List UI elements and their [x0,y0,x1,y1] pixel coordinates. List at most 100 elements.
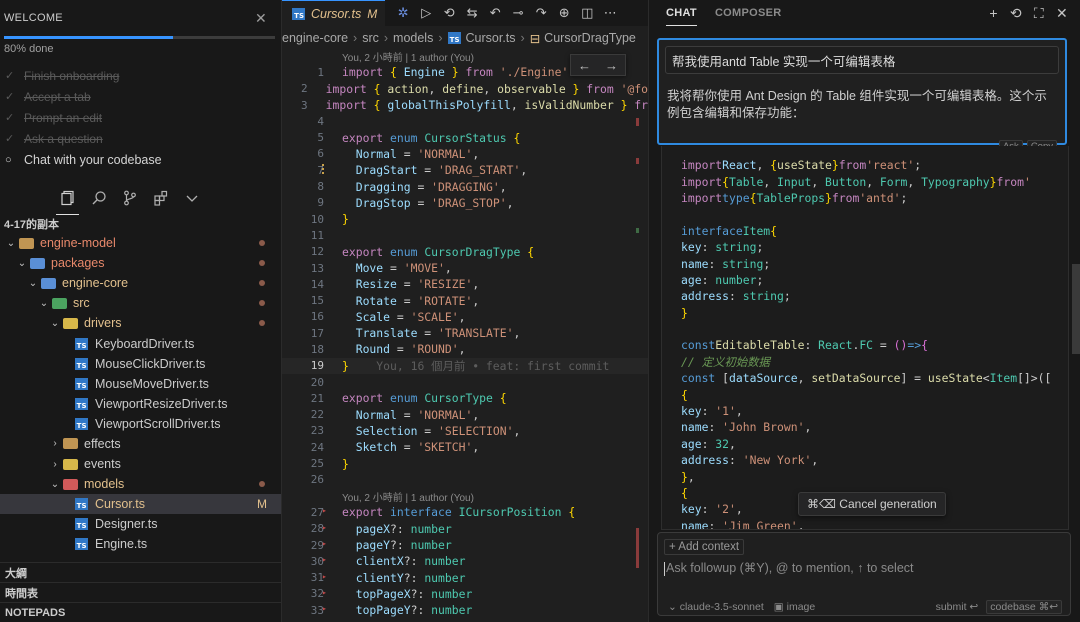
code-line[interactable]: 3 import { globalThisPolyfill, isValidNum… [282,97,648,113]
code-line[interactable]: 14 Resize = 'RESIZE', [282,276,648,292]
code-line[interactable]: 20 [282,374,648,390]
cursor-settings-icon[interactable]: ✲ [395,5,411,21]
scrollbar[interactable] [1072,264,1080,354]
arrow-left-icon[interactable]: ← [578,58,591,73]
tree-folder[interactable]: ⌄ engine-model [0,233,281,253]
code-line[interactable]: 13 Move = 'MOVE', [282,260,648,276]
tab-cursor-ts[interactable]: TS Cursor.ts M [282,0,386,26]
tree-file[interactable]: TS Cursor.ts M [0,494,281,515]
breadcrumb-item[interactable]: Cursor.ts [466,31,516,45]
code-line[interactable]: 2 import { action, define, observable } f… [282,81,648,97]
code-line[interactable]: 15 Rotate = 'ROTATE', [282,292,648,308]
tree-folder[interactable]: ⌄ models [0,474,281,494]
split-editor-icon[interactable]: ◫ [579,5,595,21]
git-blame-lens[interactable]: You, 2 小時前 | 1 author (You) [282,488,648,504]
followup-input[interactable]: Ask followup (⌘Y), @ to mention, ↑ to se… [664,560,914,576]
next-change-icon[interactable]: ↷ [533,5,549,21]
breadcrumb-item[interactable]: models [393,31,433,45]
code-line[interactable]: 25} [282,455,648,471]
tree-file[interactable]: TS KeyboardDriver.ts [0,333,281,353]
codebase-button[interactable]: codebase ⌘↩ [986,600,1062,614]
tree-file[interactable]: TS Engine.ts [0,534,281,554]
code-line[interactable]: 32 topPageX?: number ▸ [282,586,648,602]
code-line[interactable]: 9 DragStop = 'DRAG_STOP', [282,195,648,211]
history-icon[interactable]: ⟲ [1010,5,1022,22]
model-selector[interactable]: ⌄ claude-3.5-sonnet [668,601,764,613]
add-context-button[interactable]: + Add context [664,539,745,555]
code-line[interactable]: 17 Translate = 'TRANSLATE', [282,325,648,341]
tree-file[interactable]: TS MouseMoveDriver.ts [0,374,281,394]
tree-file[interactable]: TS MouseClickDriver.ts [0,354,281,374]
tree-folder[interactable]: ⌄ drivers [0,313,281,333]
tree-folder[interactable]: ⌄ src [0,293,281,313]
code-line[interactable]: 5 export enum CursorStatus { [282,129,648,145]
code-line[interactable]: 18 Round = 'ROUND', [282,341,648,357]
tree-file[interactable]: TS ViewportResizeDriver.ts [0,394,281,414]
code-line[interactable]: 29 pageY?: number ▸ [282,537,648,553]
tree-folder[interactable]: ⌄ engine-core [0,273,281,293]
user-message[interactable]: 帮我使用antd Table 实现一个可编辑表格 [665,46,1059,74]
code-line[interactable]: 10} [282,211,648,227]
code-line[interactable]: 16 Scale = 'SCALE', [282,309,648,325]
check-icon: ✓ [5,70,15,82]
tree-folder[interactable]: ⌄ packages [0,253,281,273]
tab-composer[interactable]: COMPOSER [715,0,782,26]
code-line[interactable]: 27 export interface ICursorPosition {▸ [282,504,648,520]
code-line[interactable]: 21 export enum CursorType { [282,390,648,406]
close-icon[interactable]: ✕ [1056,5,1068,22]
checklist-item[interactable]: ✓ Accept a tab [0,86,281,107]
run-icon[interactable]: ▷ [418,5,434,21]
chevron-down-icon[interactable] [176,184,207,212]
selected-message-box[interactable]: 帮我使用antd Table 实现一个可编辑表格 我将帮你使用 Ant Desi… [657,38,1067,153]
code-line[interactable]: 31 clientY?: number ▸ [282,570,648,586]
source-control-icon[interactable] [114,184,145,212]
code-line[interactable]: 19} You, 16 個月前 • feat: first commit [282,357,648,374]
code-area[interactable]: You, 2 小時前 | 1 author (You) 1 import { Eng… [282,48,648,618]
checklist-item[interactable]: ✓ Ask a question [0,128,281,149]
code-line[interactable]: 8 Dragging = 'DRAGGING', [282,178,648,194]
checklist-item[interactable]: ✓ Prompt an edit [0,107,281,128]
code-line[interactable]: 23 Selection = 'SELECTION', [282,423,648,439]
arrow-right-icon[interactable]: → [605,58,618,73]
extensions-icon[interactable] [145,184,176,212]
tab-chat[interactable]: CHAT [666,0,697,26]
sidebar-section-header[interactable]: 大綱 [0,562,281,582]
maximize-icon[interactable]: ⛶ [1034,5,1044,22]
git-commit-icon[interactable]: ⊸ [510,5,526,21]
search-icon[interactable] [83,184,114,212]
tree-file[interactable]: TS Designer.ts [0,514,281,534]
more-actions-icon[interactable]: ⋯ [602,5,618,21]
breadcrumb-item[interactable]: CursorDragType [544,31,636,45]
timeline-icon[interactable]: ⟲ [441,5,457,21]
sidebar-section-header[interactable]: 時間表 [0,582,281,602]
code-line[interactable]: 4 [282,113,648,129]
tree-file[interactable]: TS ViewportScrollDriver.ts [0,414,281,434]
code-line[interactable]: 11 [282,227,648,243]
cancel-generation-tooltip[interactable]: ⌘⌫ Cancel generation [798,492,946,516]
code-line[interactable]: 28 pageX?: number ▸ [282,521,648,537]
tree-folder[interactable]: › events [0,454,281,474]
compare-changes-icon[interactable]: ⇆ [464,5,480,21]
sidebar-section-header[interactable]: NOTEPADS [0,602,281,622]
new-chat-icon[interactable]: + [989,5,997,22]
code-line[interactable]: 12 export enum CursorDragType { [282,244,648,260]
code-line[interactable]: 33 topPageY?: number ▸ [282,602,648,618]
submit-button[interactable]: submit ↩ [936,601,979,613]
code-line[interactable]: 6 Normal = 'NORMAL', [282,146,648,162]
previous-change-icon[interactable]: ↶ [487,5,503,21]
code-line[interactable]: 7 DragStart = 'DRAG_START', [282,162,648,178]
image-button[interactable]: ▣ image [774,601,815,613]
breadcrumb-item[interactable]: src [362,31,379,45]
git-graph-icon[interactable]: ⊕ [556,5,572,21]
checklist-item[interactable]: ✓ Finish onboarding [0,65,281,86]
code-line[interactable]: 22 Normal = 'NORMAL', [282,407,648,423]
breadcrumb-item[interactable]: engine-core [282,31,348,45]
code-line[interactable]: 24 Sketch = 'SKETCH', [282,439,648,455]
tree-folder[interactable]: › effects [0,434,281,454]
code-line[interactable]: 30 clientX?: number ▸ [282,553,648,569]
close-icon[interactable]: ✕ [255,10,267,27]
files-icon[interactable] [52,184,83,215]
code-line[interactable]: 26 [282,472,648,488]
checklist-item[interactable]: ○ Chat with your codebase [0,149,281,170]
followup-input-box[interactable]: + Add context Ask followup (⌘Y), @ to me… [657,532,1071,616]
